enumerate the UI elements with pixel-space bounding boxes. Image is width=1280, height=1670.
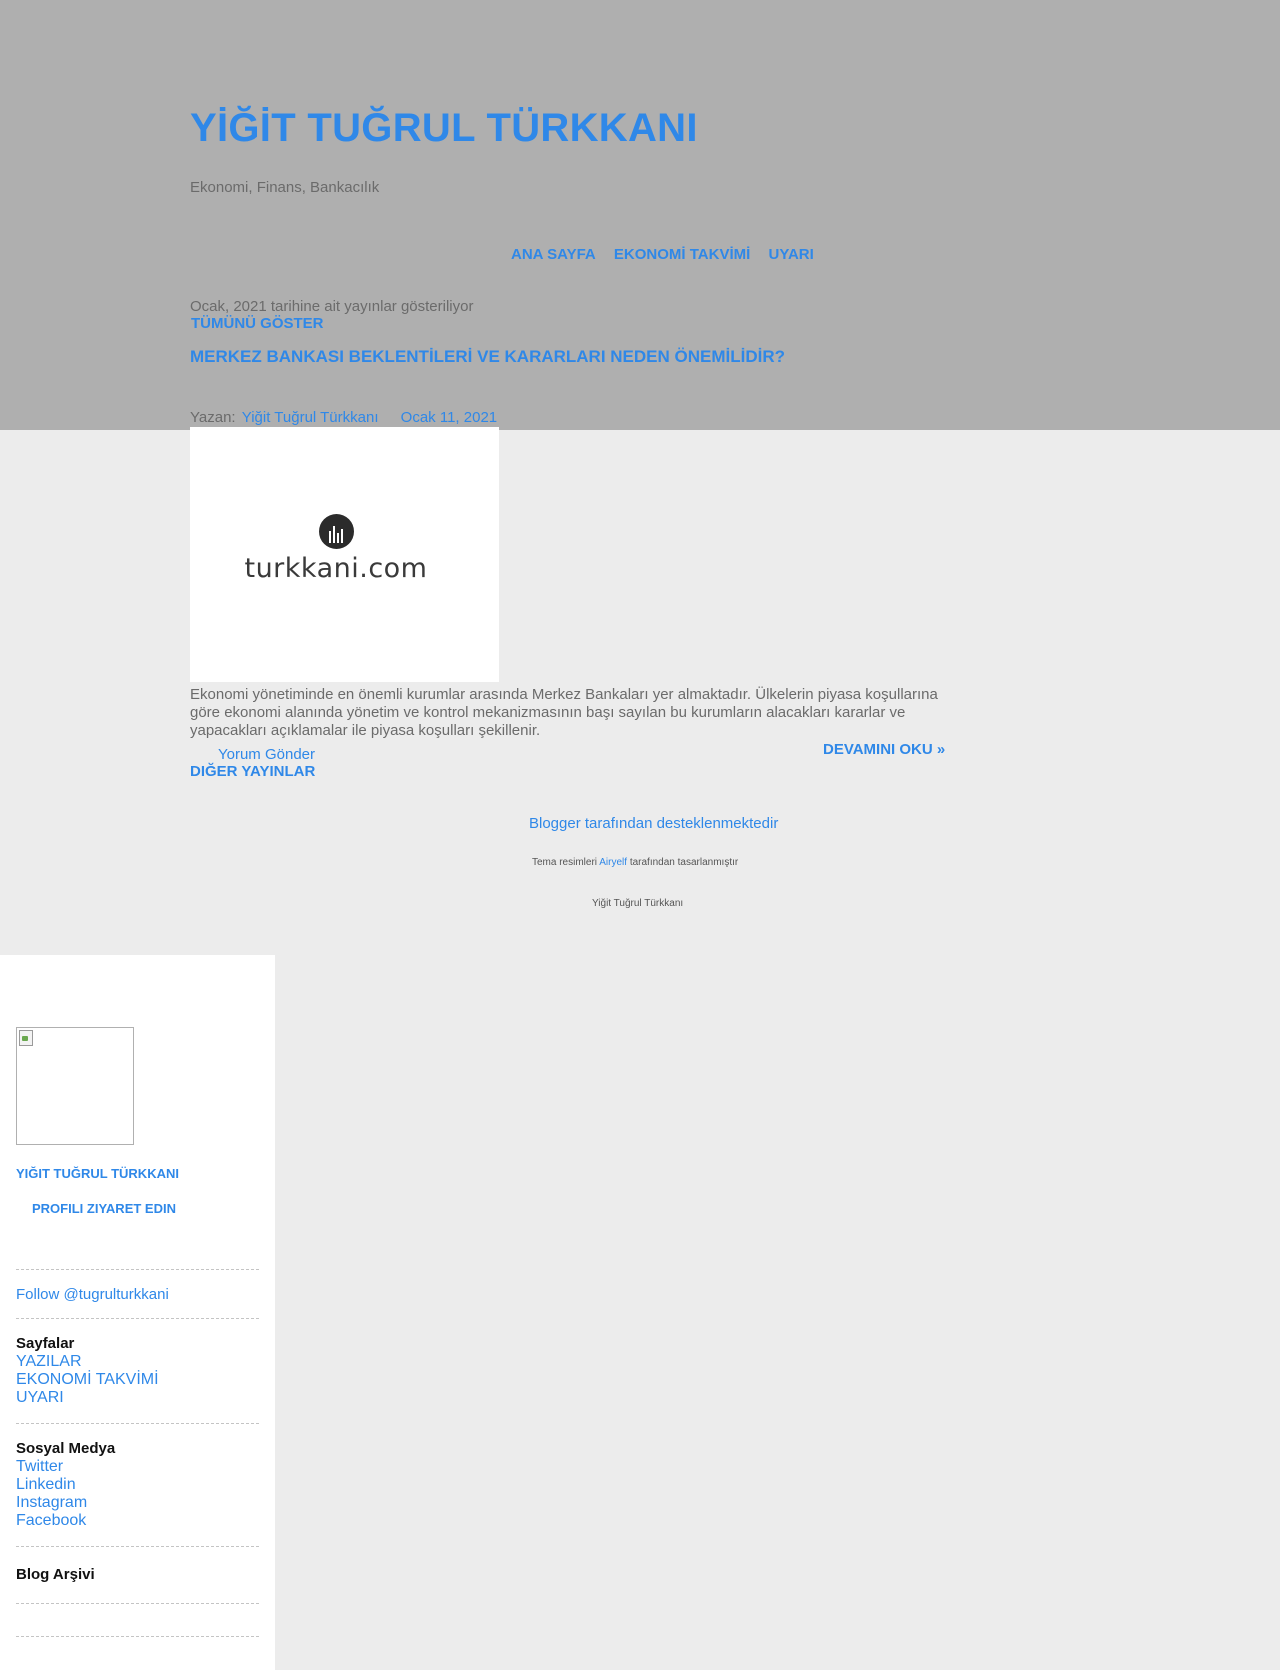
social-link-twitter[interactable]: Twitter <box>16 1458 63 1476</box>
theme-credit-suffix: tarafından tasarlanmıştır <box>629 857 739 868</box>
sidebar-page-posts[interactable]: YAZILAR <box>16 1353 82 1371</box>
profile-name-link[interactable]: YIĞIT TUĞRUL TÜRKKANI <box>16 1166 179 1181</box>
nav-item-economy-calendar[interactable]: EKONOMİ TAKVİMİ <box>614 246 750 263</box>
post-thumbnail[interactable]: turkkani.com <box>190 427 499 682</box>
blog-title[interactable]: YİĞİT TUĞRUL TÜRKKANI <box>190 106 698 151</box>
nav-item-warning[interactable]: UYARI <box>768 246 813 263</box>
theme-author-link[interactable]: Airyelf <box>599 857 627 868</box>
read-more-link[interactable]: DEVAMINI OKU » <box>823 741 945 758</box>
post-date-link[interactable]: Ocak 11, 2021 <box>401 409 497 426</box>
twitter-follow-link[interactable]: Follow @tugrulturkkani <box>16 1286 169 1303</box>
main-nav: ANA SAYFA EKONOMİ TAKVİMİ UYARI <box>511 246 828 263</box>
social-heading: Sosyal Medya <box>16 1440 116 1457</box>
divider <box>16 1636 259 1637</box>
post-title[interactable]: MERKEZ BANKASI BEKLENTİLERİ VE KARARLARI… <box>190 347 785 367</box>
byline-prefix: Yazan: <box>190 409 236 426</box>
broken-image-icon <box>19 1030 33 1046</box>
visit-profile-link[interactable]: PROFILI ZIYARET EDIN <box>32 1201 176 1216</box>
show-all-link[interactable]: TÜMÜNÜ GÖSTER <box>191 315 324 332</box>
divider <box>16 1269 259 1270</box>
profile-image[interactable] <box>16 1027 134 1145</box>
social-link-linkedin[interactable]: Linkedin <box>16 1476 76 1494</box>
blog-description: Ekonomi, Finans, Bankacılık <box>190 179 380 196</box>
social-link-instagram[interactable]: Instagram <box>16 1494 87 1512</box>
divider <box>16 1546 259 1547</box>
sidebar-page-warning[interactable]: UYARI <box>16 1389 64 1407</box>
powered-by-link[interactable]: Blogger tarafından desteklenmektedir <box>529 815 778 832</box>
post-byline: Yazan: Yiğit Tuğrul Türkkanı Ocak 11, 20… <box>190 409 497 426</box>
pages-heading: Sayfalar <box>16 1335 75 1352</box>
archive-note: Ocak, 2021 tarihine ait yayınlar gösteri… <box>190 298 474 315</box>
social-link-facebook[interactable]: Facebook <box>16 1512 86 1530</box>
sidebar-page-economy-calendar[interactable]: EKONOMİ TAKVİMİ <box>16 1371 159 1389</box>
logo-wordmark: turkkani.com <box>244 553 428 584</box>
sidebar <box>0 955 275 1670</box>
theme-credit-prefix: Tema resimleri <box>532 857 598 868</box>
nav-item-home[interactable]: ANA SAYFA <box>511 246 596 263</box>
theme-credit: Tema resimleri Airyelf tarafından tasarl… <box>532 857 738 868</box>
footer-name: Yiğit Tuğrul Türkkanı <box>592 898 684 909</box>
older-posts-link[interactable]: DIĞER YAYINLAR <box>190 763 315 780</box>
author-link[interactable]: Yiğit Tuğrul Türkkanı <box>242 409 379 426</box>
blog-archive-heading: Blog Arşivi <box>16 1566 95 1583</box>
divider <box>16 1603 259 1604</box>
post-snippet: Ekonomi yönetiminde en önemli kurumlar a… <box>190 686 938 739</box>
comment-link[interactable]: Yorum Gönder <box>218 746 315 763</box>
bar-chart-circle-icon <box>319 514 354 549</box>
divider <box>16 1423 259 1424</box>
divider <box>16 1318 259 1319</box>
